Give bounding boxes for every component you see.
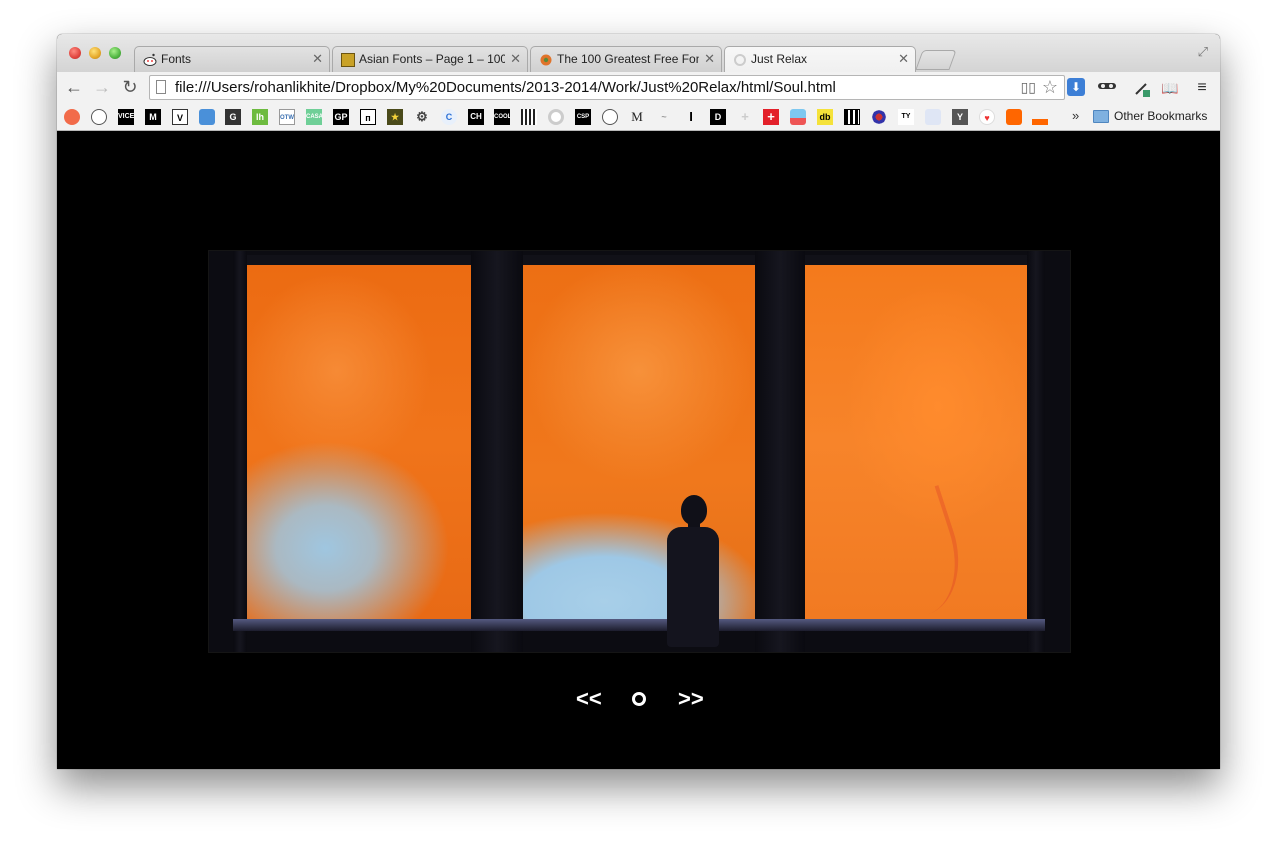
window-post <box>1027 251 1045 652</box>
fullscreen-icon[interactable]: ⤢ <box>1198 44 1208 60</box>
reload-icon[interactable]: ↻ <box>119 77 141 98</box>
forward-icon[interactable]: → <box>91 77 113 98</box>
close-tab-icon[interactable]: ✕ <box>312 51 323 67</box>
page-content: << >> <box>57 131 1220 769</box>
slide-image <box>208 250 1071 653</box>
download-icon[interactable]: ⬇ <box>1067 78 1085 96</box>
feather-icon[interactable] <box>199 109 215 125</box>
window-post <box>233 251 247 652</box>
close-tab-icon[interactable]: ✕ <box>510 51 521 67</box>
menu-icon[interactable]: ≡ <box>1192 78 1212 98</box>
close-tab-icon[interactable]: ✕ <box>704 51 715 67</box>
i-beam-icon[interactable]: I <box>683 109 699 125</box>
soundcloud-wave-icon[interactable] <box>1032 109 1048 125</box>
gear-icon[interactable]: ⚙ <box>414 109 430 125</box>
db-icon[interactable]: db <box>817 109 833 125</box>
circle-icon[interactable] <box>602 109 618 125</box>
close-tab-icon[interactable]: ✕ <box>898 51 909 67</box>
swiss-icon[interactable]: + <box>763 109 779 125</box>
reddit-icon <box>143 53 157 67</box>
n-icon[interactable]: п <box>360 109 376 125</box>
m-serif-icon[interactable]: M <box>629 109 645 125</box>
csp-icon[interactable]: CSP <box>575 109 591 125</box>
navigation-toolbar: ← → ↻ file:///Users/rohanlikhite/Dropbox… <box>57 72 1220 105</box>
soundcloud-icon[interactable] <box>1006 109 1022 125</box>
landscape-icon[interactable] <box>790 109 806 125</box>
zoom-window-button[interactable] <box>109 47 121 59</box>
person-icon[interactable] <box>925 109 941 125</box>
tab-greatest-fonts[interactable]: The 100 Greatest Free Fonts ✕ <box>530 46 722 72</box>
window-post <box>471 251 523 652</box>
address-bar[interactable]: file:///Users/rohanlikhite/Dropbox/My%20… <box>149 75 1065 100</box>
close-window-button[interactable] <box>69 47 81 59</box>
title-bar: Fonts ✕ Asian Fonts – Page 1 – 100 ✕ The… <box>57 34 1220 72</box>
loading-icon <box>733 53 747 67</box>
eyedropper-icon[interactable] <box>1132 78 1152 98</box>
next-slide-button[interactable]: >> <box>678 684 704 714</box>
tab-title: The 100 Greatest Free Fonts <box>557 52 699 66</box>
casa-icon[interactable]: CASA <box>306 109 322 125</box>
tab-fonts[interactable]: Fonts ✕ <box>134 46 330 72</box>
slideshow-controls: << >> <box>57 684 1220 714</box>
d-icon[interactable]: D <box>710 109 726 125</box>
y-icon[interactable]: Y <box>952 109 968 125</box>
tab-title: Just Relax <box>751 52 808 66</box>
ch-icon[interactable]: CH <box>468 109 484 125</box>
vice-icon[interactable]: VICE <box>118 109 134 125</box>
previous-slide-button[interactable]: << <box>576 684 602 714</box>
folder-icon <box>1093 110 1109 123</box>
window-pane-left <box>247 265 471 619</box>
window-pane-right <box>805 265 1027 619</box>
site-icon <box>539 53 553 67</box>
back-icon[interactable]: ← <box>63 77 85 98</box>
heart-icon[interactable]: ♥ <box>979 109 995 125</box>
wave-icon[interactable]: ~ <box>656 109 672 125</box>
window-frame-top <box>233 255 1045 265</box>
g-icon[interactable]: G <box>225 109 241 125</box>
red-circle-icon[interactable] <box>64 109 80 125</box>
otw-icon[interactable]: OTW <box>279 109 295 125</box>
person-silhouette <box>661 495 721 652</box>
new-tab-button[interactable] <box>915 50 957 70</box>
gp-icon[interactable]: GP <box>333 109 349 125</box>
incognito-mask-icon[interactable] <box>1097 78 1117 98</box>
c-icon[interactable]: C <box>441 109 457 125</box>
tab-title: Asian Fonts – Page 1 – 100 <box>359 52 505 66</box>
url-text: file:///Users/rohanlikhite/Dropbox/My%20… <box>175 79 836 96</box>
window-sill <box>233 619 1045 631</box>
tab-asian-fonts[interactable]: Asian Fonts – Page 1 – 100 ✕ <box>332 46 528 72</box>
reader-mode-icon[interactable]: ▯▯ <box>1021 79 1036 96</box>
plus-icon[interactable]: + <box>737 109 753 125</box>
bars-icon[interactable] <box>521 109 537 125</box>
bookmarks-bar: » Other Bookmarks VICE M V Glh OTW CASA GP п ★ ⚙ C… <box>57 104 1220 131</box>
window-post <box>755 251 805 652</box>
other-bookmarks[interactable]: Other Bookmarks <box>1114 109 1207 123</box>
browser-window: Fonts ✕ Asian Fonts – Page 1 – 100 ✕ The… <box>57 34 1220 769</box>
bookmark-star-icon[interactable]: ☆ <box>1042 77 1058 98</box>
tab-just-relax[interactable]: Just Relax ✕ <box>724 46 916 72</box>
flower-icon[interactable] <box>871 109 887 125</box>
pattern-icon[interactable] <box>844 109 860 125</box>
page-icon <box>156 80 166 94</box>
cool-icon[interactable]: COOL <box>494 109 510 125</box>
ring-icon[interactable] <box>548 109 564 125</box>
bookmarks-overflow-chevron[interactable]: » <box>1072 108 1079 123</box>
book-icon[interactable]: 📖 <box>1160 78 1180 98</box>
reddit-icon[interactable] <box>91 109 107 125</box>
site-icon <box>341 53 355 67</box>
medium-icon[interactable]: M <box>145 109 161 125</box>
tab-title: Fonts <box>161 52 192 66</box>
v-icon[interactable]: V <box>172 109 188 125</box>
ty-icon[interactable]: TY <box>898 109 914 125</box>
lh-icon[interactable]: lh <box>252 109 268 125</box>
star-icon[interactable]: ★ <box>387 109 403 125</box>
slide-indicator-dot[interactable] <box>632 692 646 706</box>
minimize-window-button[interactable] <box>89 47 101 59</box>
